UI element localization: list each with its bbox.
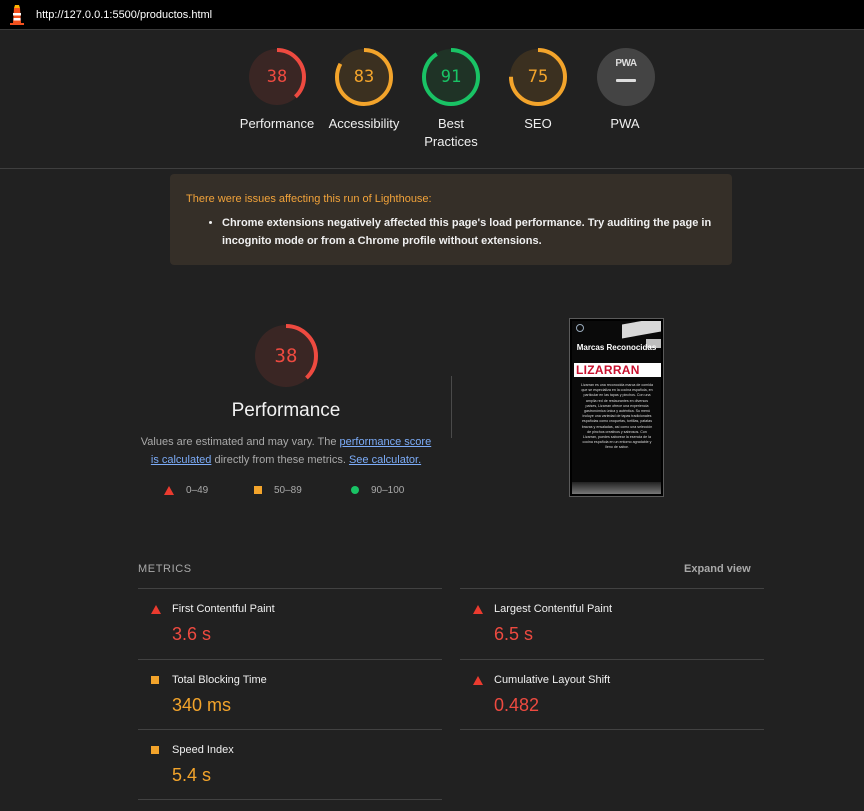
- metric-cls: Cumulative Layout Shift 0.482: [460, 659, 764, 730]
- gauge-label: PWA: [610, 116, 640, 131]
- gauge-seo[interactable]: 75 SEO: [498, 46, 578, 133]
- fail-triangle-icon: [473, 676, 483, 685]
- gauge-label: SEO: [524, 116, 552, 131]
- pwa-badge-text: PWA: [615, 58, 637, 69]
- legend-fail-label: 0–49: [186, 485, 209, 496]
- average-square-icon: [254, 486, 262, 495]
- metric-name: Cumulative Layout Shift: [494, 674, 611, 686]
- legend-average-label: 50–89: [274, 485, 302, 496]
- average-square-icon: [151, 676, 159, 684]
- metrics-heading: METRICS: [138, 563, 192, 575]
- metric-lcp: Largest Contentful Paint 6.5 s: [460, 588, 764, 659]
- gauge-label: Performance: [239, 116, 315, 131]
- legend-pass: 90–100: [351, 485, 404, 496]
- screenshot-heading: Marcas Reconocidas: [576, 343, 657, 352]
- gauge-accessibility[interactable]: 83 Accessibility: [324, 46, 404, 133]
- legend-fail: 0–49: [164, 485, 208, 496]
- metric-name: Total Blocking Time: [172, 674, 267, 686]
- fail-triangle-icon: [473, 605, 483, 614]
- pwa-dash: [616, 79, 636, 82]
- warning-list: Chrome extensions negatively affected th…: [186, 214, 716, 250]
- legend-average: 50–89: [254, 485, 302, 496]
- divider: [0, 168, 864, 169]
- performance-gauge: 38: [252, 322, 320, 390]
- fail-triangle-icon: [151, 605, 161, 614]
- gauge-score: 83: [353, 67, 375, 87]
- desc-text-2: directly from these metrics.: [211, 454, 349, 466]
- performance-score: 38: [274, 345, 298, 367]
- see-calculator-link[interactable]: See calculator.: [349, 454, 421, 466]
- metric-fcp: First Contentful Paint 3.6 s: [138, 588, 442, 659]
- metric-value: 5.4 s: [172, 765, 212, 785]
- gauge-best-practices[interactable]: 91 Best Practices: [411, 46, 491, 151]
- screenshot-paragraph: Lizarran es una reconocida marca de comi…: [581, 383, 653, 450]
- metric-name: Speed Index: [172, 744, 234, 756]
- metric-speed-index: Speed Index 5.4 s: [138, 729, 442, 800]
- screenshot-brand: LIZARRAN: [574, 363, 661, 377]
- gauge-score: 75: [527, 67, 549, 87]
- desc-text: Values are estimated and may vary. The: [140, 436, 340, 448]
- warning-title: There were issues affecting this run of …: [186, 193, 432, 205]
- performance-title: Performance: [231, 400, 341, 421]
- metrics-bottom-border: [138, 799, 442, 800]
- performance-description: Values are estimated and may vary. The p…: [136, 433, 436, 469]
- final-screenshot-thumbnail[interactable]: Marcas Reconocidas LIZARRAN Lizarran es …: [569, 318, 664, 497]
- gauge-label: Accessibility: [328, 116, 400, 131]
- warning-item: Chrome extensions negatively affected th…: [222, 214, 716, 250]
- gauge-pwa[interactable]: PWA PWA: [585, 46, 665, 133]
- screenshot-footer: [572, 482, 661, 494]
- browser-bar: http://127.0.0.1:5500/productos.html: [0, 0, 864, 30]
- legend-pass-label: 90–100: [371, 485, 405, 496]
- metric-name: Largest Contentful Paint: [494, 603, 613, 615]
- metrics-bottom-border: [460, 729, 764, 730]
- site-logo-icon: [576, 324, 584, 332]
- average-square-icon: [151, 746, 159, 754]
- metric-value: 340 ms: [172, 695, 232, 715]
- gauge-label: Best Practices: [424, 116, 478, 149]
- metric-value: 3.6 s: [172, 624, 212, 644]
- lighthouse-icon: [10, 5, 24, 25]
- pass-circle-icon: [351, 486, 359, 495]
- metric-name: First Contentful Paint: [172, 603, 275, 615]
- gauge-performance[interactable]: 38 Performance: [237, 46, 317, 133]
- metric-tbt: Total Blocking Time 340 ms: [138, 659, 442, 730]
- fail-triangle-icon: [164, 485, 174, 495]
- expand-view-button[interactable]: Expand view: [684, 563, 751, 575]
- gauge-score: 38: [266, 67, 288, 87]
- screenshot-decoration: [622, 321, 661, 339]
- metric-value: 0.482: [494, 695, 540, 715]
- warnings-box: There were issues affecting this run of …: [170, 174, 732, 265]
- vertical-divider: [451, 376, 452, 438]
- url-text[interactable]: http://127.0.0.1:5500/productos.html: [36, 9, 212, 21]
- screenshot-content: Marcas Reconocidas LIZARRAN Lizarran es …: [572, 321, 661, 494]
- gauge-score: 91: [440, 67, 462, 87]
- pwa-badge-icon: PWA: [597, 48, 655, 106]
- metric-value: 6.5 s: [494, 624, 534, 644]
- score-gauges: 38 Performance 83 Accessibility 91 Best …: [0, 46, 864, 156]
